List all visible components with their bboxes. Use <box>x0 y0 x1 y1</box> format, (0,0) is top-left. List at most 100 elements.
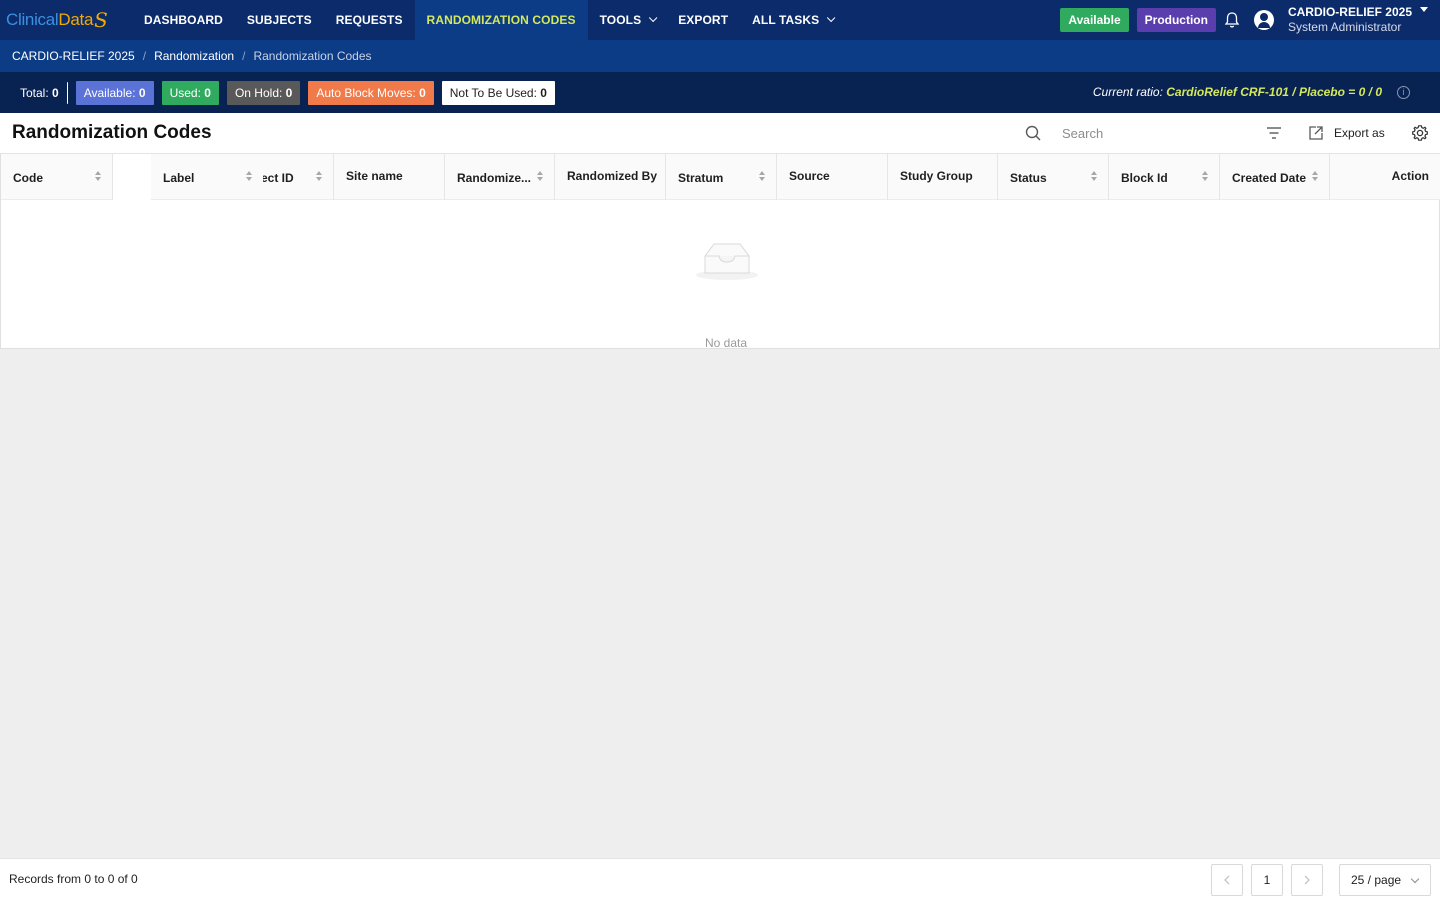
nav-dashboard-label: DASHBOARD <box>144 13 223 27</box>
nav-requests-label: REQUESTS <box>335 13 403 27</box>
column-header-label-text: Label <box>163 171 195 185</box>
user-role: System Administrator <box>1287 20 1402 34</box>
nav-randomization-codes-label: RANDOMIZATION CODES <box>426 13 576 27</box>
breadcrumb-study[interactable]: CARDIO-RELIEF 2025 <box>12 49 135 63</box>
nav-requests[interactable]: REQUESTS <box>324 0 415 40</box>
clinicaldata-logo[interactable]: Clinical Data S <box>0 0 132 40</box>
column-header-label[interactable]: Label <box>151 154 263 200</box>
user-avatar-icon[interactable] <box>1253 10 1274 30</box>
nav-export-label: EXPORT <box>678 13 729 27</box>
no-data-text: No data <box>704 336 748 350</box>
page-title: Randomization Codes <box>12 122 212 143</box>
column-header-label: Stratum <box>678 171 724 185</box>
sort-icon[interactable] <box>316 171 323 183</box>
column-header-subject-id[interactable]: ect ID <box>263 154 334 200</box>
breadcrumb-current: Randomization Codes <box>253 49 372 63</box>
column-header-label: Site name <box>346 169 403 183</box>
column-header-status[interactable]: Status <box>998 154 1109 200</box>
randomization-codes-table: Code Label ect ID Site name Randomize...… <box>0 154 1440 350</box>
stat-available-label: Available: <box>83 85 136 100</box>
records-summary: Records from 0 to 0 of 0 <box>9 872 138 886</box>
nav-subjects[interactable]: SUBJECTS <box>235 0 324 40</box>
production-env-badge[interactable]: Production <box>1136 8 1216 32</box>
study-user-selector[interactable]: CARDIO-RELIEF 2025 System Administrator <box>1288 5 1412 35</box>
chevron-right-icon <box>1304 875 1310 885</box>
nav-tools[interactable]: TOOLS <box>588 0 667 40</box>
previous-page-button[interactable] <box>1211 864 1243 896</box>
column-header-randomized[interactable]: Randomize... <box>445 154 555 200</box>
export-icon <box>1309 126 1323 140</box>
column-header-label: Code <box>13 171 43 185</box>
sort-icon[interactable] <box>537 171 544 183</box>
column-header-label: Source <box>789 169 830 183</box>
column-header-code[interactable]: Code <box>1 154 113 200</box>
column-header-block-id[interactable]: Block Id <box>1109 154 1220 200</box>
nav-all-tasks[interactable]: ALL TASKS <box>740 0 844 40</box>
stat-total-label: Total: <box>20 85 49 100</box>
nav-dashboard[interactable]: DASHBOARD <box>132 0 235 40</box>
table-header: Code Label ect ID Site name Randomize...… <box>1 154 1440 200</box>
sort-icon[interactable] <box>1312 171 1319 183</box>
filter-icon[interactable] <box>1265 126 1283 140</box>
stat-not-to-be-used[interactable]: Not To Be Used: 0 <box>441 80 555 105</box>
nav-randomization-codes[interactable]: RANDOMIZATION CODES <box>414 0 588 40</box>
column-header-created-date[interactable]: Created Date <box>1220 154 1330 200</box>
sort-icon[interactable] <box>759 171 766 183</box>
stat-not-to-be-used-label: Not To Be Used: <box>449 85 537 100</box>
column-header-label: Block Id <box>1121 171 1168 185</box>
header-gap <box>113 154 151 200</box>
empty-state: No data <box>1 200 1440 350</box>
stat-used-value: 0 <box>204 85 211 100</box>
stat-auto-block-moves[interactable]: Auto Block Moves: 0 <box>308 80 434 105</box>
chevron-down-icon <box>1410 874 1420 884</box>
table-footer: Records from 0 to 0 of 0 1 25 / page <box>0 858 1440 900</box>
gear-icon[interactable] <box>1411 124 1429 142</box>
column-header-action: Action <box>1330 154 1440 200</box>
stat-used[interactable]: Used: 0 <box>161 80 219 105</box>
stat-on-hold-label: On Hold: <box>234 85 283 100</box>
sort-icon[interactable] <box>1202 171 1209 183</box>
sort-icon[interactable] <box>95 171 102 183</box>
nav-export[interactable]: EXPORT <box>666 0 740 40</box>
current-ratio-value: CardioRelief CRF-101 / Placebo = 0 / 0 <box>1166 85 1382 99</box>
page-size-select[interactable]: 25 / page <box>1339 864 1431 896</box>
search-icon[interactable] <box>1025 125 1041 141</box>
column-header-label: Randomized By <box>567 169 658 183</box>
stat-auto-block-moves-label: Auto Block Moves: <box>316 85 416 100</box>
next-page-button[interactable] <box>1291 864 1323 896</box>
caret-down-icon[interactable] <box>1420 7 1428 12</box>
bell-icon[interactable] <box>1224 11 1240 29</box>
column-header-site-name[interactable]: Site name <box>334 154 445 200</box>
sort-icon[interactable] <box>246 171 253 183</box>
column-header-randomized-by[interactable]: Randomized By <box>555 154 666 200</box>
column-header-stratum[interactable]: Stratum <box>666 154 777 200</box>
stat-on-hold[interactable]: On Hold: 0 <box>226 80 301 105</box>
column-header-label: Study Group <box>900 169 973 183</box>
chevron-down-icon <box>827 13 836 23</box>
export-as-button[interactable]: Export as <box>1308 123 1385 143</box>
empty-inbox-icon <box>696 243 758 280</box>
column-header-label: Action <box>1391 169 1429 183</box>
breadcrumb-randomization[interactable]: Randomization <box>154 49 234 63</box>
column-header-source[interactable]: Source <box>777 154 888 200</box>
nav-tools-label: TOOLS <box>599 13 642 27</box>
nav-subjects-label: SUBJECTS <box>246 13 312 27</box>
page-number-button[interactable]: 1 <box>1251 864 1283 896</box>
search-input[interactable] <box>1052 121 1242 145</box>
available-status-badge[interactable]: Available <box>1060 8 1129 32</box>
breadcrumb-separator: / <box>142 49 147 63</box>
stat-available[interactable]: Available: 0 <box>75 80 154 105</box>
current-ratio-label: Current ratio: <box>1092 85 1163 99</box>
chevron-left-icon <box>1224 875 1230 885</box>
column-header-study-group[interactable]: Study Group <box>888 154 998 200</box>
page-size-value: 25 / page <box>1351 873 1402 887</box>
column-header-label: Randomize... <box>457 171 532 185</box>
column-header-label: ect ID <box>263 171 294 185</box>
top-nav: Clinical Data S DASHBOARD SUBJECTS REQUEST… <box>0 0 1440 40</box>
logo-text-clinical: Clinical <box>6 10 59 29</box>
column-header-label: Status <box>1010 171 1047 185</box>
info-icon[interactable]: i <box>1397 86 1410 99</box>
sort-icon[interactable] <box>1091 171 1098 183</box>
stat-total: Total: 0 <box>12 81 68 104</box>
export-as-label: Export as <box>1334 126 1385 140</box>
